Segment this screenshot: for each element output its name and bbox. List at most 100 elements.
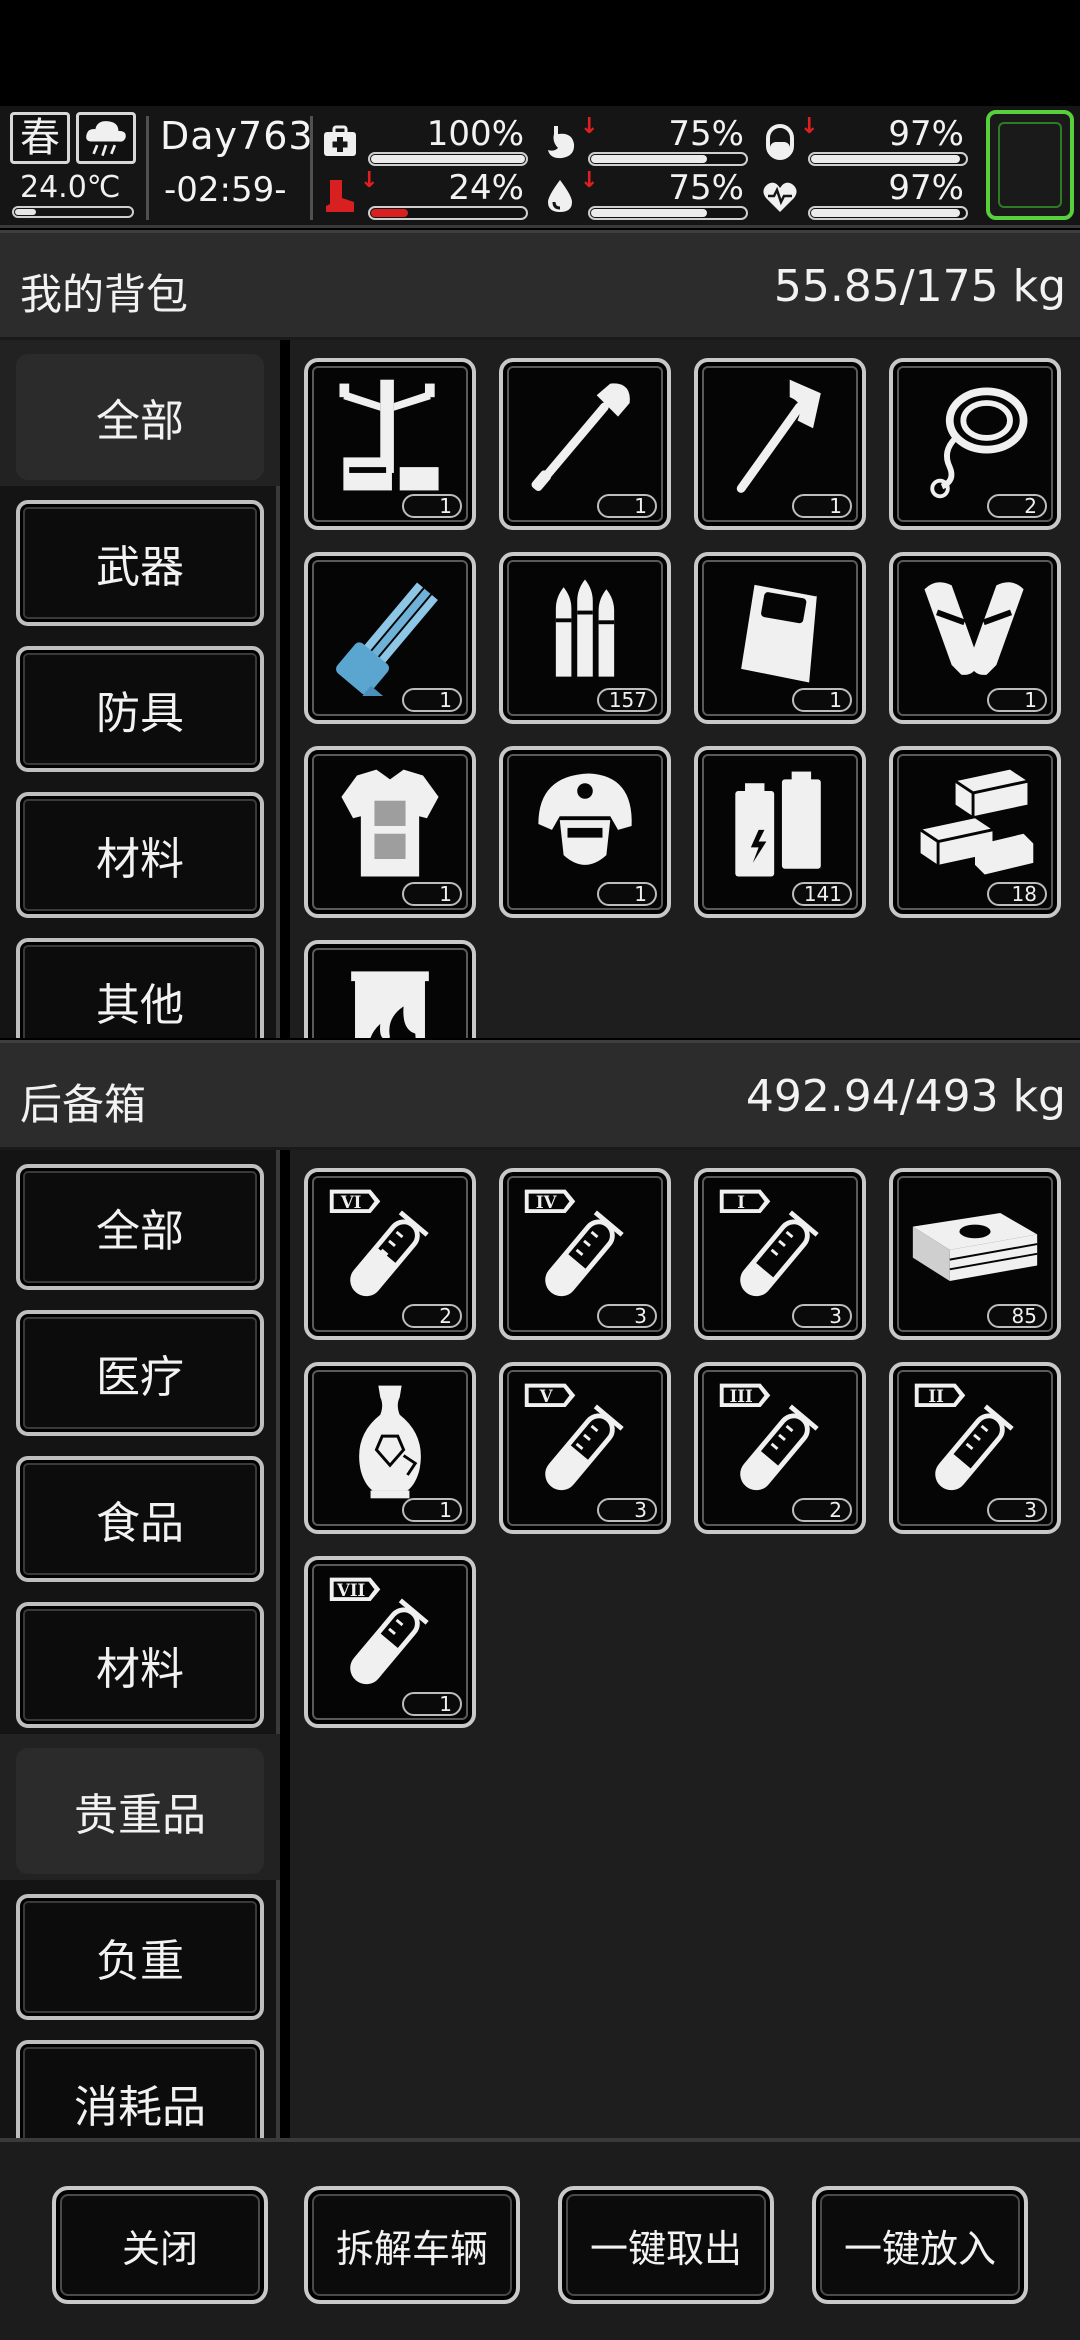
backpack-item-slot[interactable] [304,940,476,1038]
backpack-tab-2[interactable]: 防具 [16,646,264,772]
test-tube-icon: VII [329,1577,429,1685]
medkit-icon [324,125,356,156]
divider [146,116,149,220]
trunk-item-slot[interactable]: 1 [304,1362,476,1534]
dismantle-vehicle-button[interactable]: 拆解车辆 [304,2186,520,2304]
trunk-tab-2[interactable]: 食品 [16,1456,264,1582]
backpack-item-slot[interactable]: 2 [889,358,1061,530]
svg-text:VII: VII [336,1580,365,1600]
stat-heart: 97% [760,168,970,224]
action-bar: 关闭 拆解车辆 一键取出 一键放入 [0,2138,1080,2340]
backpack-weight: 55.85/175 kg [773,261,1066,312]
item-quantity-badge: 1 [402,1692,462,1716]
item-quantity-badge: 1 [792,494,852,518]
svg-text:VI: VI [340,1192,362,1212]
test-tube-icon: V [524,1383,624,1491]
status-bar: 春 24.0℃ Day763 -02:59- 100% ↓ 75% ↓ 97% ↓ 24% ↓… [0,106,1080,228]
axe-icon [736,379,821,493]
trunk-item-slot[interactable]: II 3 [889,1362,1061,1534]
backpack-tab-4[interactable]: 其他 [16,938,264,1038]
trunk-title: 后备箱 [20,1080,147,1129]
close-button[interactable]: 关闭 [52,2186,268,2304]
item-quantity-badge: 1 [597,882,657,906]
item-quantity-badge: 1 [402,1498,462,1522]
decreasing-arrow-icon: ↓ [800,114,819,139]
minimap-button[interactable] [986,110,1074,220]
pill-icon [766,124,794,160]
temperature-bar [12,206,134,218]
backpack-item-slot[interactable]: 18 [889,746,1061,918]
trunk-item-slot[interactable]: VI 2 [304,1168,476,1340]
test-tube-icon: II [914,1383,1014,1491]
stat-water-drop: ↓ 75% [540,168,750,224]
backpack-item-slot[interactable]: 1 [304,746,476,918]
take-all-button[interactable]: 一键取出 [558,2186,774,2304]
backpack-tab-1[interactable]: 武器 [16,500,264,626]
backpack-tab-3[interactable]: 材料 [16,792,264,918]
backpack-item-slot[interactable]: 157 [499,552,671,724]
stat-stomach: ↓ 75% [540,114,750,170]
stat-value: 75% [668,114,744,154]
stat-value: 97% [888,114,964,154]
trunk-item-slot[interactable]: IV 3 [499,1168,671,1340]
body-armor-icon [341,769,439,877]
svg-text:IV: IV [536,1192,558,1212]
trunk-tab-0[interactable]: 全部 [16,1164,264,1290]
divider [310,116,313,220]
backpack-item-slot[interactable]: 1 [304,358,476,530]
helmet-icon [538,773,632,865]
shovel-icon [531,383,630,492]
trunk-tab-6[interactable]: 消耗品 [16,2040,264,2138]
trunk-tab-1[interactable]: 医疗 [16,1310,264,1436]
stat-value: 97% [888,168,964,208]
trunk-item-slot[interactable]: III 2 [694,1362,866,1534]
stomach-icon [548,126,575,159]
backpack-item-slot[interactable]: 1 [499,358,671,530]
trunk-item-slot[interactable]: VII 1 [304,1556,476,1728]
backpack-tab-0[interactable]: 全部 [16,354,264,480]
backpack-category-tabs: 全部武器防具材料其他 [0,340,280,1038]
backpack-item-slot[interactable]: 1 [889,552,1061,724]
backpack-item-slot[interactable]: 1 [304,552,476,724]
stat-medkit: 100% [320,114,530,170]
item-quantity-badge: 3 [597,1498,657,1522]
item-quantity-badge: 1 [597,494,657,518]
stat-bar [368,206,528,220]
svg-text:II: II [928,1386,943,1406]
item-quantity-badge: 1 [792,688,852,712]
backpack-item-slot[interactable]: 1 [499,746,671,918]
stat-boot: ↓ 24% [320,168,530,224]
item-quantity-badge: 3 [987,1498,1047,1522]
trunk-item-slot[interactable]: V3 [499,1362,671,1534]
backpack-item-grid: 1 1 1 2 1 157 1 1 1 1 141 18 [290,340,1080,1038]
backpack-item-slot[interactable]: 141 [694,746,866,918]
workbench-icon [339,379,439,491]
trunk-tab-3[interactable]: 材料 [16,1602,264,1728]
trunk-item-slot[interactable]: I3 [694,1168,866,1340]
stat-bar [808,152,968,166]
backpack-title: 我的背包 [20,270,189,319]
stat-value: 100% [426,114,524,154]
backpack-item-slot[interactable]: 1 [694,358,866,530]
svg-text:I: I [737,1192,745,1212]
trunk-tab-5[interactable]: 负重 [16,1894,264,2020]
put-all-button[interactable]: 一键放入 [812,2186,1028,2304]
stat-bar [368,152,528,166]
cash-stack-icon [912,1213,1038,1281]
season-indicator: 春 [10,112,70,164]
trunk-item-slot[interactable]: 85 [889,1168,1061,1340]
trunk-item-grid: VI 2 IV 3 I 3 85 1 V 3 III 2 II 3 VII 1 [290,1150,1080,2138]
trunk-tab-4[interactable]: 贵重品 [16,1748,264,1874]
bullets-icon [555,579,615,677]
backpack-header: 我的背包 55.85/175 kg [0,230,1080,340]
backpack-item-slot[interactable]: 1 [694,552,866,724]
svg-text:V: V [539,1386,554,1406]
test-tube-icon: III [719,1383,819,1491]
item-quantity-badge: 3 [597,1304,657,1328]
stat-value: 75% [668,168,744,208]
item-quantity-badge: 1 [402,688,462,712]
backpack-icon [741,581,818,683]
shin-guards-icon [924,582,1024,675]
trunk-header: 后备箱 492.94/493 kg [0,1040,1080,1150]
item-quantity-badge: 2 [402,1304,462,1328]
